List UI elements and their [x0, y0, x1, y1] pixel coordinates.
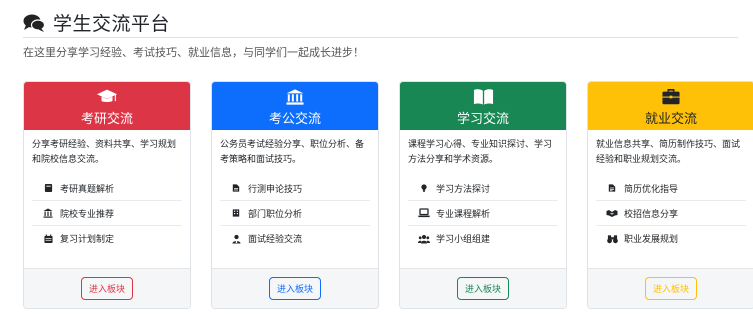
list-item[interactable]: 部门职位分析: [220, 201, 370, 226]
list-item-label: 简历优化指导: [624, 184, 679, 195]
enter-board-button[interactable]: 进入板块: [80, 277, 133, 300]
list-item[interactable]: 学习小组组建: [408, 226, 558, 251]
card-header: 考公交流: [212, 82, 378, 130]
card-description: 分享考研经验、资料共享、学习规划和院校信息交流。: [32, 140, 177, 165]
comments-icon: [23, 14, 45, 32]
card-body: 课程学习心得、专业知识探讨、学习方法分享和学术资源。 学习方法探讨 专业课程解析…: [400, 130, 566, 251]
user-tie-icon: [230, 234, 242, 244]
card-title: 学习交流: [456, 112, 509, 127]
card-list: 简历优化指导 校招信息分享 职业发展规划: [596, 176, 746, 251]
list-item[interactable]: 专业课程解析: [408, 201, 558, 226]
laptop-icon: [418, 208, 430, 218]
list-item[interactable]: 校招信息分享: [596, 201, 746, 226]
list-item[interactable]: 复习计划制定: [32, 226, 182, 251]
list-item[interactable]: 简历优化指导: [596, 176, 746, 201]
list-item-label: 复习计划制定: [60, 235, 115, 245]
board-cards: 考研交流 分享考研经验、资料共享、学习规划和院校信息交流。 考研真题解析 院校专…: [23, 81, 753, 309]
card-list: 行测申论技巧 部门职位分析 面试经验交流: [220, 176, 370, 251]
card-description: 公务员考试经验分享、职位分析、备考策略和面试技巧。: [220, 140, 365, 165]
card-xuexi: 学习交流 课程学习心得、专业知识探讨、学习方法分享和学术资源。 学习方法探讨 专…: [399, 81, 567, 309]
file-alt-icon: [606, 183, 618, 193]
card-title: 就业交流: [644, 112, 697, 127]
list-item[interactable]: 学习方法探讨: [408, 176, 558, 201]
list-item-label: 院校专业推荐: [60, 209, 115, 220]
file-icon: [230, 183, 242, 193]
card-header: 考研交流: [24, 82, 190, 130]
card-footer: 进入板块: [24, 268, 190, 308]
card-header: 学习交流: [400, 82, 566, 130]
briefcase-icon: [662, 88, 680, 105]
landmark-icon: [286, 89, 304, 105]
header-divider: [23, 37, 738, 38]
enter-board-button[interactable]: 进入板块: [268, 277, 321, 300]
list-item-label: 学习小组组建: [436, 235, 491, 245]
card-jiuye: 就业交流 就业信息共享、简历制作技巧、面试经验和职业规划交流。 简历优化指导 校…: [587, 81, 753, 309]
card-header: 就业交流: [588, 82, 753, 130]
lightbulb-icon: [418, 183, 430, 193]
card-kaogong: 考公交流 公务员考试经验分享、职位分析、备考策略和面试技巧。 行测申论技巧 部门…: [211, 81, 379, 309]
list-item-label: 部门职位分析: [248, 209, 303, 220]
card-description: 就业信息共享、简历制作技巧、面试经验和职业规划交流。: [596, 140, 741, 165]
list-item[interactable]: 行测申论技巧: [220, 176, 370, 201]
list-item-label: 面试经验交流: [248, 235, 303, 245]
card-title: 考研交流: [80, 112, 133, 127]
card-footer: 进入板块: [588, 268, 753, 308]
card-body: 分享考研经验、资料共享、学习规划和院校信息交流。 考研真题解析 院校专业推荐 复…: [24, 130, 190, 251]
list-item-label: 行测申论技巧: [248, 184, 303, 195]
card-kaoyan: 考研交流 分享考研经验、资料共享、学习规划和院校信息交流。 考研真题解析 院校专…: [23, 81, 191, 309]
list-item-label: 考研真题解析: [60, 184, 115, 195]
card-list: 考研真题解析 院校专业推荐 复习计划制定: [32, 176, 182, 251]
list-item[interactable]: 考研真题解析: [32, 176, 182, 201]
list-item-label: 专业课程解析: [436, 209, 491, 220]
list-item-label: 学习方法探讨: [436, 184, 491, 195]
list-item[interactable]: 院校专业推荐: [32, 201, 182, 226]
graduation-cap-icon: [96, 89, 118, 103]
binoculars-icon: [606, 234, 618, 244]
page-subtitle: 在这里分享学习经验、考试技巧、就业信息，与同学们一起成长进步！: [23, 46, 364, 59]
handshake-icon: [606, 208, 618, 218]
users-icon: [418, 234, 430, 244]
building-icon: [230, 208, 242, 218]
list-item[interactable]: 面试经验交流: [220, 226, 370, 251]
card-footer: 进入板块: [212, 268, 378, 308]
list-item[interactable]: 职业发展规划: [596, 226, 746, 251]
book-icon: [42, 183, 54, 193]
card-body: 就业信息共享、简历制作技巧、面试经验和职业规划交流。 简历优化指导 校招信息分享…: [588, 130, 753, 251]
card-title: 考公交流: [268, 112, 321, 127]
card-body: 公务员考试经验分享、职位分析、备考策略和面试技巧。 行测申论技巧 部门职位分析 …: [212, 130, 378, 251]
enter-board-button[interactable]: 进入板块: [644, 277, 697, 300]
page-title: 学生交流平台: [53, 13, 171, 35]
page-header: 学生交流平台: [23, 9, 170, 36]
enter-board-button[interactable]: 进入板块: [456, 277, 509, 300]
card-list: 学习方法探讨 专业课程解析 学习小组组建: [408, 176, 558, 251]
university-icon: [42, 208, 54, 218]
list-item-label: 校招信息分享: [624, 209, 679, 220]
calendar-icon: [42, 234, 54, 244]
card-footer: 进入板块: [400, 268, 566, 308]
list-item-label: 职业发展规划: [624, 235, 679, 245]
card-description: 课程学习心得、专业知识探讨、学习方法分享和学术资源。: [408, 140, 553, 165]
open-book-icon: [473, 89, 493, 105]
